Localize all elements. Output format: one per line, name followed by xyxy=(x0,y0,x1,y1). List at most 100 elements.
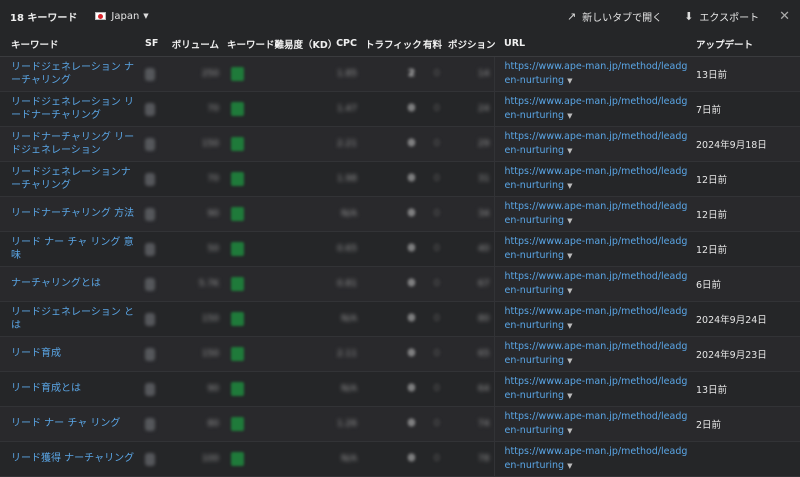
paid-cell: 0 xyxy=(419,266,444,301)
keyword-link[interactable]: リードジェネレーション ナーチャリング xyxy=(11,61,137,87)
keyword-link[interactable]: リード育成 xyxy=(11,347,137,360)
updated-value: 2024年9月18日 xyxy=(696,139,767,151)
cpc-value: N/A xyxy=(341,209,357,219)
table-row: リードジェネレーションナーチャリング 2 70 0 1.98 0 0 31 https://ww… xyxy=(0,161,800,196)
chevron-down-icon[interactable]: ▼ xyxy=(567,147,572,155)
cpc-cell: 2.21 xyxy=(329,126,361,161)
keyword-link[interactable]: リードナーチャリング 方法 xyxy=(11,207,137,220)
chevron-down-icon[interactable]: ▼ xyxy=(567,287,572,295)
cpc-cell: 1.26 xyxy=(329,406,361,441)
paid-cell: 0 xyxy=(419,301,444,336)
chevron-down-icon[interactable]: ▼ xyxy=(567,182,572,190)
col-kd[interactable]: キーワード難易度（KD） xyxy=(223,32,337,57)
col-keyword[interactable]: キーワード xyxy=(0,32,141,57)
close-icon[interactable]: ✕ xyxy=(779,9,790,24)
sf-badge[interactable]: 3 xyxy=(145,417,155,431)
sf-badge[interactable]: 4 xyxy=(145,382,155,396)
chevron-down-icon[interactable]: ▼ xyxy=(567,392,572,400)
col-traffic[interactable]: トラフィック xyxy=(361,32,422,57)
keyword-link[interactable]: リードナーチャリング リードジェネレーション xyxy=(11,131,137,157)
sf-badge[interactable]: 3 xyxy=(145,67,155,81)
chevron-down-icon[interactable]: ▼ xyxy=(567,252,572,260)
cpc-value: N/A xyxy=(341,384,357,394)
url-link[interactable]: https://www.ape-man.jp/method/leadgen-nu… xyxy=(505,131,688,156)
country-selector[interactable]: Japan ▼ xyxy=(95,11,149,22)
sf-badge[interactable]: 2 xyxy=(145,102,155,116)
volume-cell: 70 xyxy=(167,91,223,126)
traffic-value: 0 xyxy=(408,278,415,289)
url-cell: https://www.ape-man.jp/method/leadgen-nu… xyxy=(493,196,692,231)
col-updated[interactable]: アップデート xyxy=(692,32,800,57)
updated-value: 2日前 xyxy=(696,419,722,431)
cpc-cell: 0.65 xyxy=(329,231,361,266)
url-link[interactable]: https://www.ape-man.jp/method/leadgen-nu… xyxy=(505,271,688,296)
chevron-down-icon[interactable]: ▼ xyxy=(567,217,572,225)
col-sf[interactable]: SF xyxy=(141,32,167,57)
kd-badge: 2 xyxy=(231,346,244,361)
url-link[interactable]: https://www.ape-man.jp/method/leadgen-nu… xyxy=(505,61,688,86)
kd-badge: 0 xyxy=(231,381,244,396)
sf-badge[interactable]: 2 xyxy=(145,312,155,326)
keyword-link[interactable]: リード ナー チャ リング 意味 xyxy=(11,236,137,262)
export-button[interactable]: ⬇ エクスポート xyxy=(684,9,759,24)
sf-badge[interactable]: 2 xyxy=(145,452,155,466)
sf-badge[interactable]: 2 xyxy=(145,207,155,221)
url-text: https://www.ape-man.jp/method/leadgen-nu… xyxy=(504,305,688,331)
keyword-cell: リード獲得 ナーチャリング xyxy=(0,441,141,476)
updated-cell: 6日前 xyxy=(692,266,800,301)
url-text: https://www.ape-man.jp/method/leadgen-nu… xyxy=(504,235,688,261)
cpc-value: 1.47 xyxy=(336,104,357,114)
chevron-down-icon[interactable]: ▼ xyxy=(567,112,572,120)
volume-cell: 100 xyxy=(167,441,223,476)
sf-cell: 3 xyxy=(141,56,167,91)
chevron-down-icon[interactable]: ▼ xyxy=(567,322,572,330)
url-link[interactable]: https://www.ape-man.jp/method/leadgen-nu… xyxy=(505,201,688,226)
cpc-cell: 1.47 xyxy=(329,91,361,126)
keyword-link[interactable]: リードジェネレーション リードナーチャリング xyxy=(11,96,137,122)
sf-badge[interactable]: 3 xyxy=(145,277,155,291)
chevron-down-icon[interactable]: ▼ xyxy=(567,77,572,85)
col-volume[interactable]: ボリューム xyxy=(167,32,223,57)
col-position[interactable]: ポジション xyxy=(444,32,496,57)
url-link[interactable]: https://www.ape-man.jp/method/leadgen-nu… xyxy=(505,341,688,366)
open-new-tab-button[interactable]: ↗ 新しいタブで開く xyxy=(567,9,662,24)
cpc-cell: 1.85 xyxy=(329,56,361,91)
url-link[interactable]: https://www.ape-man.jp/method/leadgen-nu… xyxy=(505,376,688,401)
volume-cell: 90 xyxy=(167,371,223,406)
paid-value: 0 xyxy=(433,418,440,429)
sf-badge[interactable]: 4 xyxy=(145,242,155,256)
col-paid[interactable]: 有料 xyxy=(419,32,444,57)
sf-badge[interactable]: 2 xyxy=(145,172,155,186)
volume-cell: 50 xyxy=(167,231,223,266)
table-row: リードナーチャリング 方法 2 90 2 N/A 0 0 34 https://www.ape-… xyxy=(0,196,800,231)
col-url[interactable]: URL xyxy=(494,32,692,57)
keyword-link[interactable]: リード育成とは xyxy=(11,382,137,395)
keyword-link[interactable]: リードジェネレーションナーチャリング xyxy=(11,166,137,192)
url-cell: https://www.ape-man.jp/method/leadgen-nu… xyxy=(493,371,692,406)
keyword-link[interactable]: ナーチャリングとは xyxy=(11,277,137,290)
sf-badge[interactable]: 2 xyxy=(145,137,155,151)
url-text: https://www.ape-man.jp/method/leadgen-nu… xyxy=(504,410,688,436)
url-link[interactable]: https://www.ape-man.jp/method/leadgen-nu… xyxy=(505,306,688,331)
keyword-link[interactable]: リードジェネレーション とは xyxy=(11,306,137,332)
chevron-down-icon[interactable]: ▼ xyxy=(567,462,572,470)
updated-cell: 13日前 xyxy=(692,56,800,91)
url-link[interactable]: https://www.ape-man.jp/method/leadgen-nu… xyxy=(505,96,688,121)
keyword-link[interactable]: リード獲得 ナーチャリング xyxy=(11,452,137,465)
url-text: https://www.ape-man.jp/method/leadgen-nu… xyxy=(504,60,688,86)
url-link[interactable]: https://www.ape-man.jp/method/leadgen-nu… xyxy=(505,446,688,471)
open-new-tab-label: 新しいタブで開く xyxy=(582,12,663,24)
sf-badge[interactable]: 3 xyxy=(145,347,155,361)
chevron-down-icon[interactable]: ▼ xyxy=(567,427,572,435)
keyword-link[interactable]: リード ナー チャ リング xyxy=(11,417,137,430)
url-link[interactable]: https://www.ape-man.jp/method/leadgen-nu… xyxy=(505,236,688,261)
chevron-down-icon[interactable]: ▼ xyxy=(567,357,572,365)
traffic-value: 0 xyxy=(408,453,415,464)
traffic-value: 0 xyxy=(408,208,415,219)
url-link[interactable]: https://www.ape-man.jp/method/leadgen-nu… xyxy=(505,166,688,191)
cpc-cell: 2.11 xyxy=(329,336,361,371)
traffic-value: 0 xyxy=(408,103,415,114)
url-link[interactable]: https://www.ape-man.jp/method/leadgen-nu… xyxy=(505,411,688,436)
chevron-down-icon: ▼ xyxy=(143,12,149,20)
position-cell: 14 xyxy=(444,56,494,91)
